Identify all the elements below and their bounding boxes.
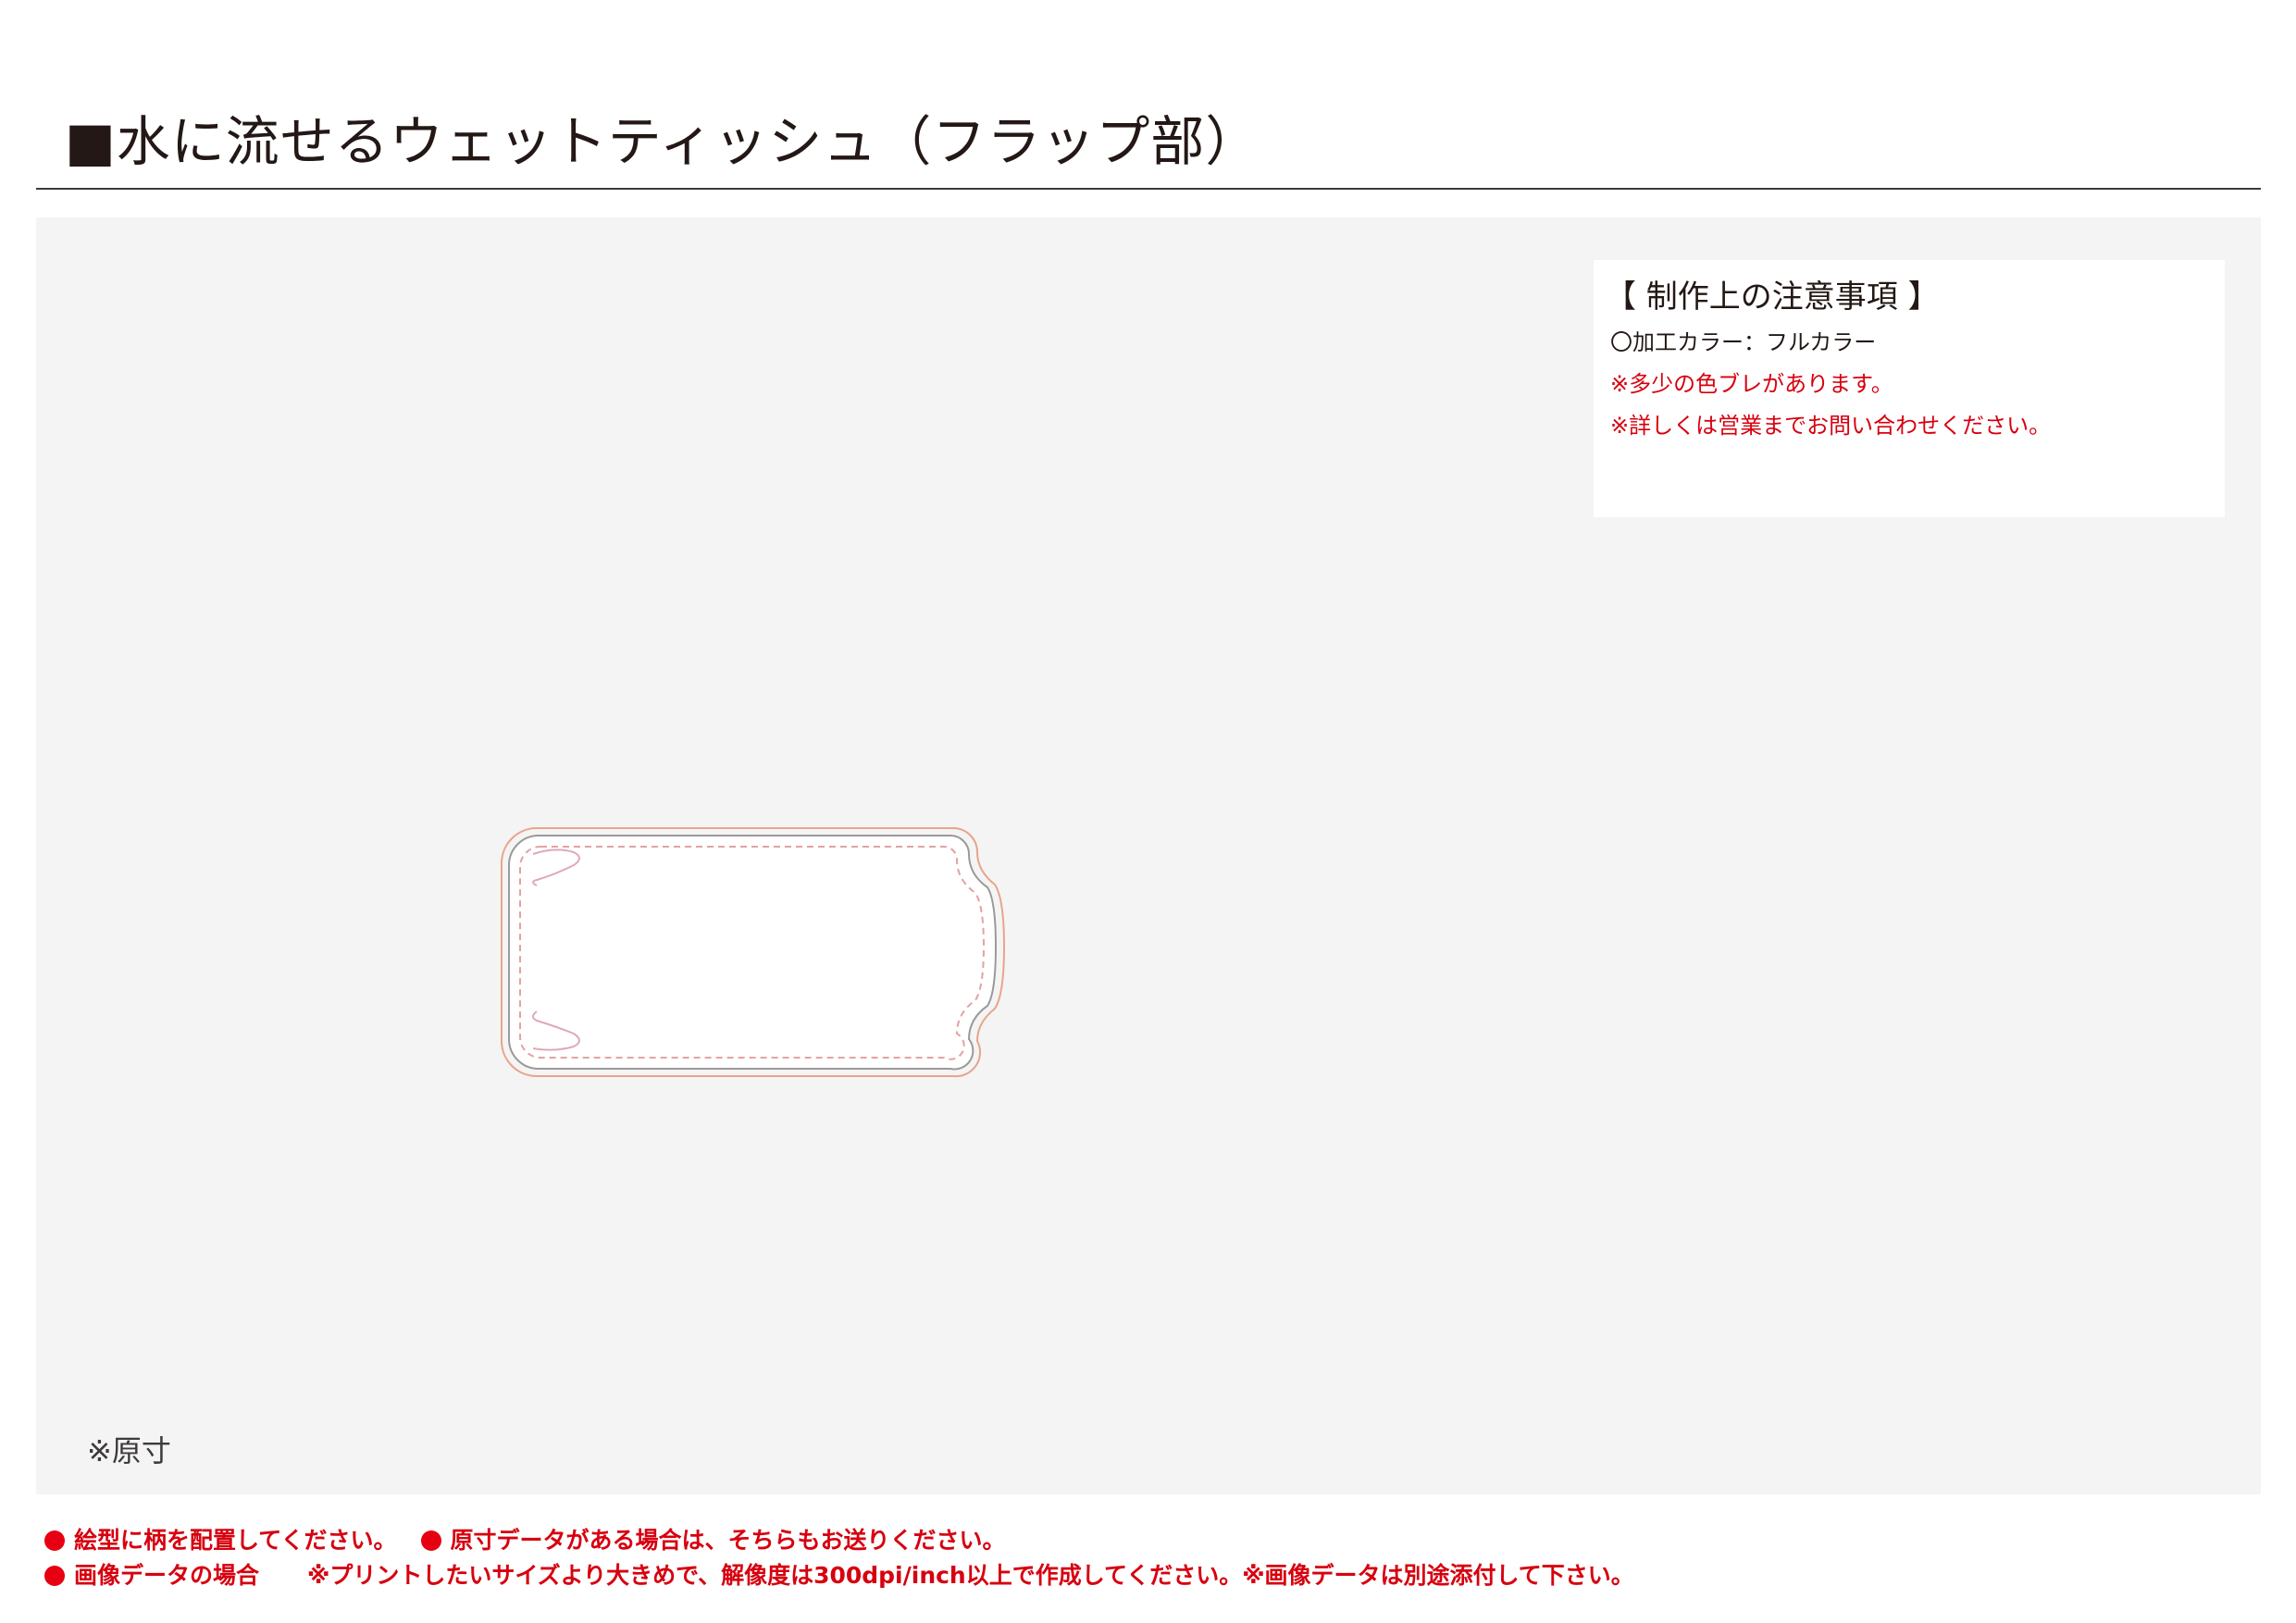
red-bullet-icon bbox=[420, 1530, 441, 1551]
footer-instruction-line-2: 画像データの場合 ※プリントしたいサイズより大きめで、解像度は300dpi/inc… bbox=[44, 1561, 1634, 1591]
notes-line-contact: ※詳しくは営業までお問い合わせください。 bbox=[1610, 413, 2052, 439]
notes-title: 【 制作上の注意事項 】 bbox=[1605, 279, 1940, 316]
actual-size-note: ※原寸 bbox=[87, 1433, 171, 1468]
title-divider bbox=[36, 188, 2261, 190]
footer-place-pattern: 絵型に柄を配置してください。 bbox=[74, 1527, 397, 1554]
die-cut-inner-line bbox=[508, 835, 998, 1071]
footer-send-original: 原寸データがある場合は、そちらもお送りください。 bbox=[450, 1527, 1006, 1554]
production-notes-box: 【 制作上の注意事項 】 〇加工カラー：フルカラー ※多少の色ブレがあります。 … bbox=[1594, 260, 2225, 517]
footer-instruction-line-1: 絵型に柄を配置してください。 原寸データがある場合は、そちらもお送りください。 bbox=[44, 1526, 1006, 1555]
notes-line-color-variance: ※多少の色ブレがあります。 bbox=[1610, 371, 1893, 397]
red-bullet-icon bbox=[44, 1566, 65, 1586]
flap-die-cut-template bbox=[501, 827, 1006, 1078]
footer-image-data-label: 画像データの場合 bbox=[74, 1562, 260, 1589]
footer-resolution-note: ※プリントしたいサイズより大きめで、解像度は300dpi/inch以上で作成して… bbox=[307, 1562, 1634, 1589]
red-bullet-icon bbox=[44, 1530, 65, 1551]
notes-line-print-color: 〇加工カラー：フルカラー bbox=[1610, 329, 1877, 355]
page-title: ■水に流せるウェットティッシュ（フラップ部） bbox=[65, 110, 1260, 173]
